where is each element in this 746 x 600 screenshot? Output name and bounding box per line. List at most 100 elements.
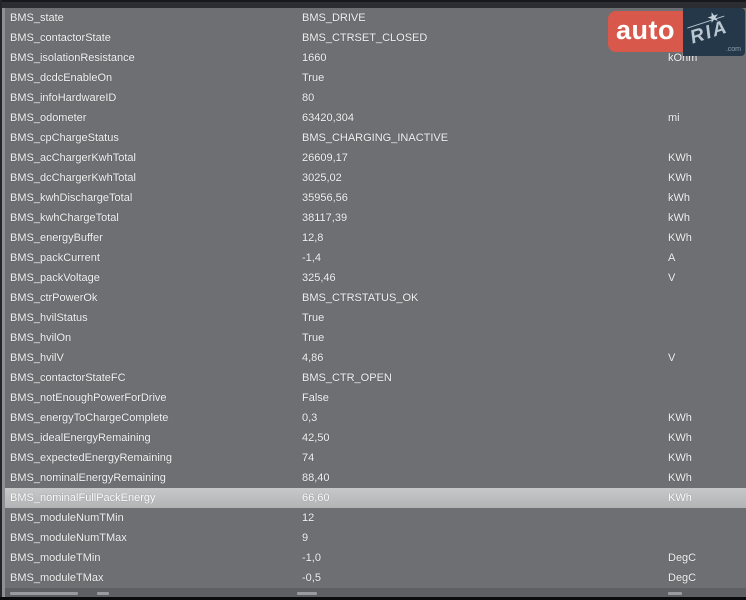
parameter-name: BMS_state xyxy=(10,8,300,28)
parameter-name: BMS_infoHardwareID xyxy=(10,88,300,108)
diagnostics-screen: BMS_state BMS_DRIVE BMS_contactorState B… xyxy=(0,0,746,600)
table-row[interactable]: BMS_dcdcEnableOn True xyxy=(5,68,746,88)
parameter-name: BMS_moduleNumTMin xyxy=(10,508,300,528)
parameter-name: BMS_hvilOn xyxy=(10,328,300,348)
parameter-name: BMS_moduleNumTMax xyxy=(10,528,300,548)
parameter-unit: KWh xyxy=(668,228,746,248)
parameter-name: BMS_energyBuffer xyxy=(10,228,300,248)
parameter-value: 74 xyxy=(302,448,662,468)
top-bar xyxy=(0,0,746,8)
table-row[interactable]: BMS_hvilOn True xyxy=(5,328,746,348)
table-row[interactable]: BMS_ctrPowerOk BMS_CTRSTATUS_OK xyxy=(5,288,746,308)
clipped-text-fragment xyxy=(10,592,78,595)
parameter-value: True xyxy=(302,328,662,348)
autoria-logo-auto-badge: auto xyxy=(608,11,683,52)
parameter-value: 42,50 xyxy=(302,428,662,448)
parameter-name: BMS_nominalEnergyRemaining xyxy=(10,468,300,488)
parameter-unit: kWh xyxy=(668,208,746,228)
parameter-unit: KWh xyxy=(668,148,746,168)
table-row[interactable]: BMS_expectedEnergyRemaining 74 KWh xyxy=(5,448,746,468)
parameter-name: BMS_odometer xyxy=(10,108,300,128)
parameter-unit: KWh xyxy=(668,468,746,488)
parameter-value: False xyxy=(302,388,662,408)
parameter-name: BMS_moduleTMin xyxy=(10,548,300,568)
table-row[interactable]: BMS_moduleNumTMax 9 xyxy=(5,528,746,548)
clipped-text-fragment xyxy=(97,592,109,595)
parameter-value: 26609,17 xyxy=(302,148,662,168)
parameter-unit: KWh xyxy=(668,448,746,468)
parameter-value: BMS_CTR_OPEN xyxy=(302,368,662,388)
parameter-unit: DegC xyxy=(668,568,746,588)
parameter-unit: DegC xyxy=(668,548,746,568)
table-row[interactable]: BMS_moduleTMin -1,0 DegC xyxy=(5,548,746,568)
parameter-name: BMS_notEnoughPowerForDrive xyxy=(10,388,300,408)
parameter-name: BMS_packCurrent xyxy=(10,248,300,268)
parameter-name: BMS_idealEnergyRemaining xyxy=(10,428,300,448)
table-row[interactable]: BMS_odometer 63420,304 mi xyxy=(5,108,746,128)
parameter-name: BMS_kwhChargeTotal xyxy=(10,208,300,228)
table-row[interactable]: BMS_dcChargerKwhTotal 3025,02 KWh xyxy=(5,168,746,188)
parameter-value: 9 xyxy=(302,528,662,548)
parameter-name: BMS_hvilStatus xyxy=(10,308,300,328)
parameter-value: 3025,02 xyxy=(302,168,662,188)
table-row[interactable]: BMS_packVoltage 325,46 V xyxy=(5,268,746,288)
parameter-value: -1,4 xyxy=(302,248,662,268)
parameter-unit: kWh xyxy=(668,188,746,208)
clipped-table-row[interactable] xyxy=(5,588,746,597)
table-row[interactable]: BMS_acChargerKwhTotal 26609,17 KWh xyxy=(5,148,746,168)
autoria-logo-com-text: .com xyxy=(726,46,741,53)
table-row[interactable]: BMS_hvilStatus True xyxy=(5,308,746,328)
parameter-value: 0,3 xyxy=(302,408,662,428)
clipped-text-fragment xyxy=(668,592,682,595)
parameter-value: 63420,304 xyxy=(302,108,662,128)
parameter-value: BMS_CHARGING_INACTIVE xyxy=(302,128,662,148)
table-row[interactable]: BMS_kwhChargeTotal 38117,39 kWh xyxy=(5,208,746,228)
parameter-unit: KWh xyxy=(668,428,746,448)
parameter-unit: V xyxy=(668,348,746,368)
parameter-value: 12,8 xyxy=(302,228,662,248)
parameter-name: BMS_acChargerKwhTotal xyxy=(10,148,300,168)
parameter-name: BMS_contactorState xyxy=(10,28,300,48)
parameter-name: BMS_ctrPowerOk xyxy=(10,288,300,308)
parameter-name: BMS_energyToChargeComplete xyxy=(10,408,300,428)
parameter-name: BMS_dcdcEnableOn xyxy=(10,68,300,88)
parameter-name: BMS_hvilV xyxy=(10,348,300,368)
table-row[interactable]: BMS_idealEnergyRemaining 42,50 KWh xyxy=(5,428,746,448)
parameter-unit: KWh xyxy=(668,488,746,508)
parameter-name: BMS_nominalFullPackEnergy xyxy=(10,488,300,508)
parameter-name: BMS_packVoltage xyxy=(10,268,300,288)
table-row[interactable]: BMS_kwhDischargeTotal 35956,56 kWh xyxy=(5,188,746,208)
parameter-name: BMS_contactorStateFC xyxy=(10,368,300,388)
table-row[interactable]: BMS_hvilV 4,86 V xyxy=(5,348,746,368)
parameter-unit: A xyxy=(668,248,746,268)
parameter-value: 80 xyxy=(302,88,662,108)
parameter-value: BMS_CTRSTATUS_OK xyxy=(302,288,662,308)
parameter-value: 38117,39 xyxy=(302,208,662,228)
table-row[interactable]: BMS_packCurrent -1,4 A xyxy=(5,248,746,268)
bms-parameter-table: BMS_state BMS_DRIVE BMS_contactorState B… xyxy=(5,8,746,588)
table-row[interactable]: BMS_energyBuffer 12,8 KWh xyxy=(5,228,746,248)
autoria-logo-auto-text: auto xyxy=(616,17,675,47)
parameter-value: 35956,56 xyxy=(302,188,662,208)
parameter-name: BMS_isolationResistance xyxy=(10,48,300,68)
parameter-name: BMS_cpChargeStatus xyxy=(10,128,300,148)
table-row[interactable]: BMS_cpChargeStatus BMS_CHARGING_INACTIVE xyxy=(5,128,746,148)
table-row[interactable]: BMS_energyToChargeComplete 0,3 KWh xyxy=(5,408,746,428)
clipped-text-fragment xyxy=(297,592,317,595)
table-row[interactable]: BMS_contactorStateFC BMS_CTR_OPEN xyxy=(5,368,746,388)
parameter-name: BMS_dcChargerKwhTotal xyxy=(10,168,300,188)
parameter-value: -0,5 xyxy=(302,568,662,588)
autoria-logo-ria-badge: ★ RIA .com xyxy=(683,8,745,56)
table-row[interactable]: BMS_nominalFullPackEnergy 66,60 KWh xyxy=(5,488,746,508)
parameter-unit: KWh xyxy=(668,408,746,428)
table-row[interactable]: BMS_notEnoughPowerForDrive False xyxy=(5,388,746,408)
table-row[interactable]: BMS_nominalEnergyRemaining 88,40 KWh xyxy=(5,468,746,488)
parameter-value: True xyxy=(302,68,662,88)
parameter-name: BMS_moduleTMax xyxy=(10,568,300,588)
table-row[interactable]: BMS_moduleNumTMin 12 xyxy=(5,508,746,528)
parameter-value: 66,60 xyxy=(302,488,662,508)
parameter-unit: V xyxy=(668,268,746,288)
table-row[interactable]: BMS_infoHardwareID 80 xyxy=(5,88,746,108)
table-row[interactable]: BMS_moduleTMax -0,5 DegC xyxy=(5,568,746,588)
parameter-value: 325,46 xyxy=(302,268,662,288)
